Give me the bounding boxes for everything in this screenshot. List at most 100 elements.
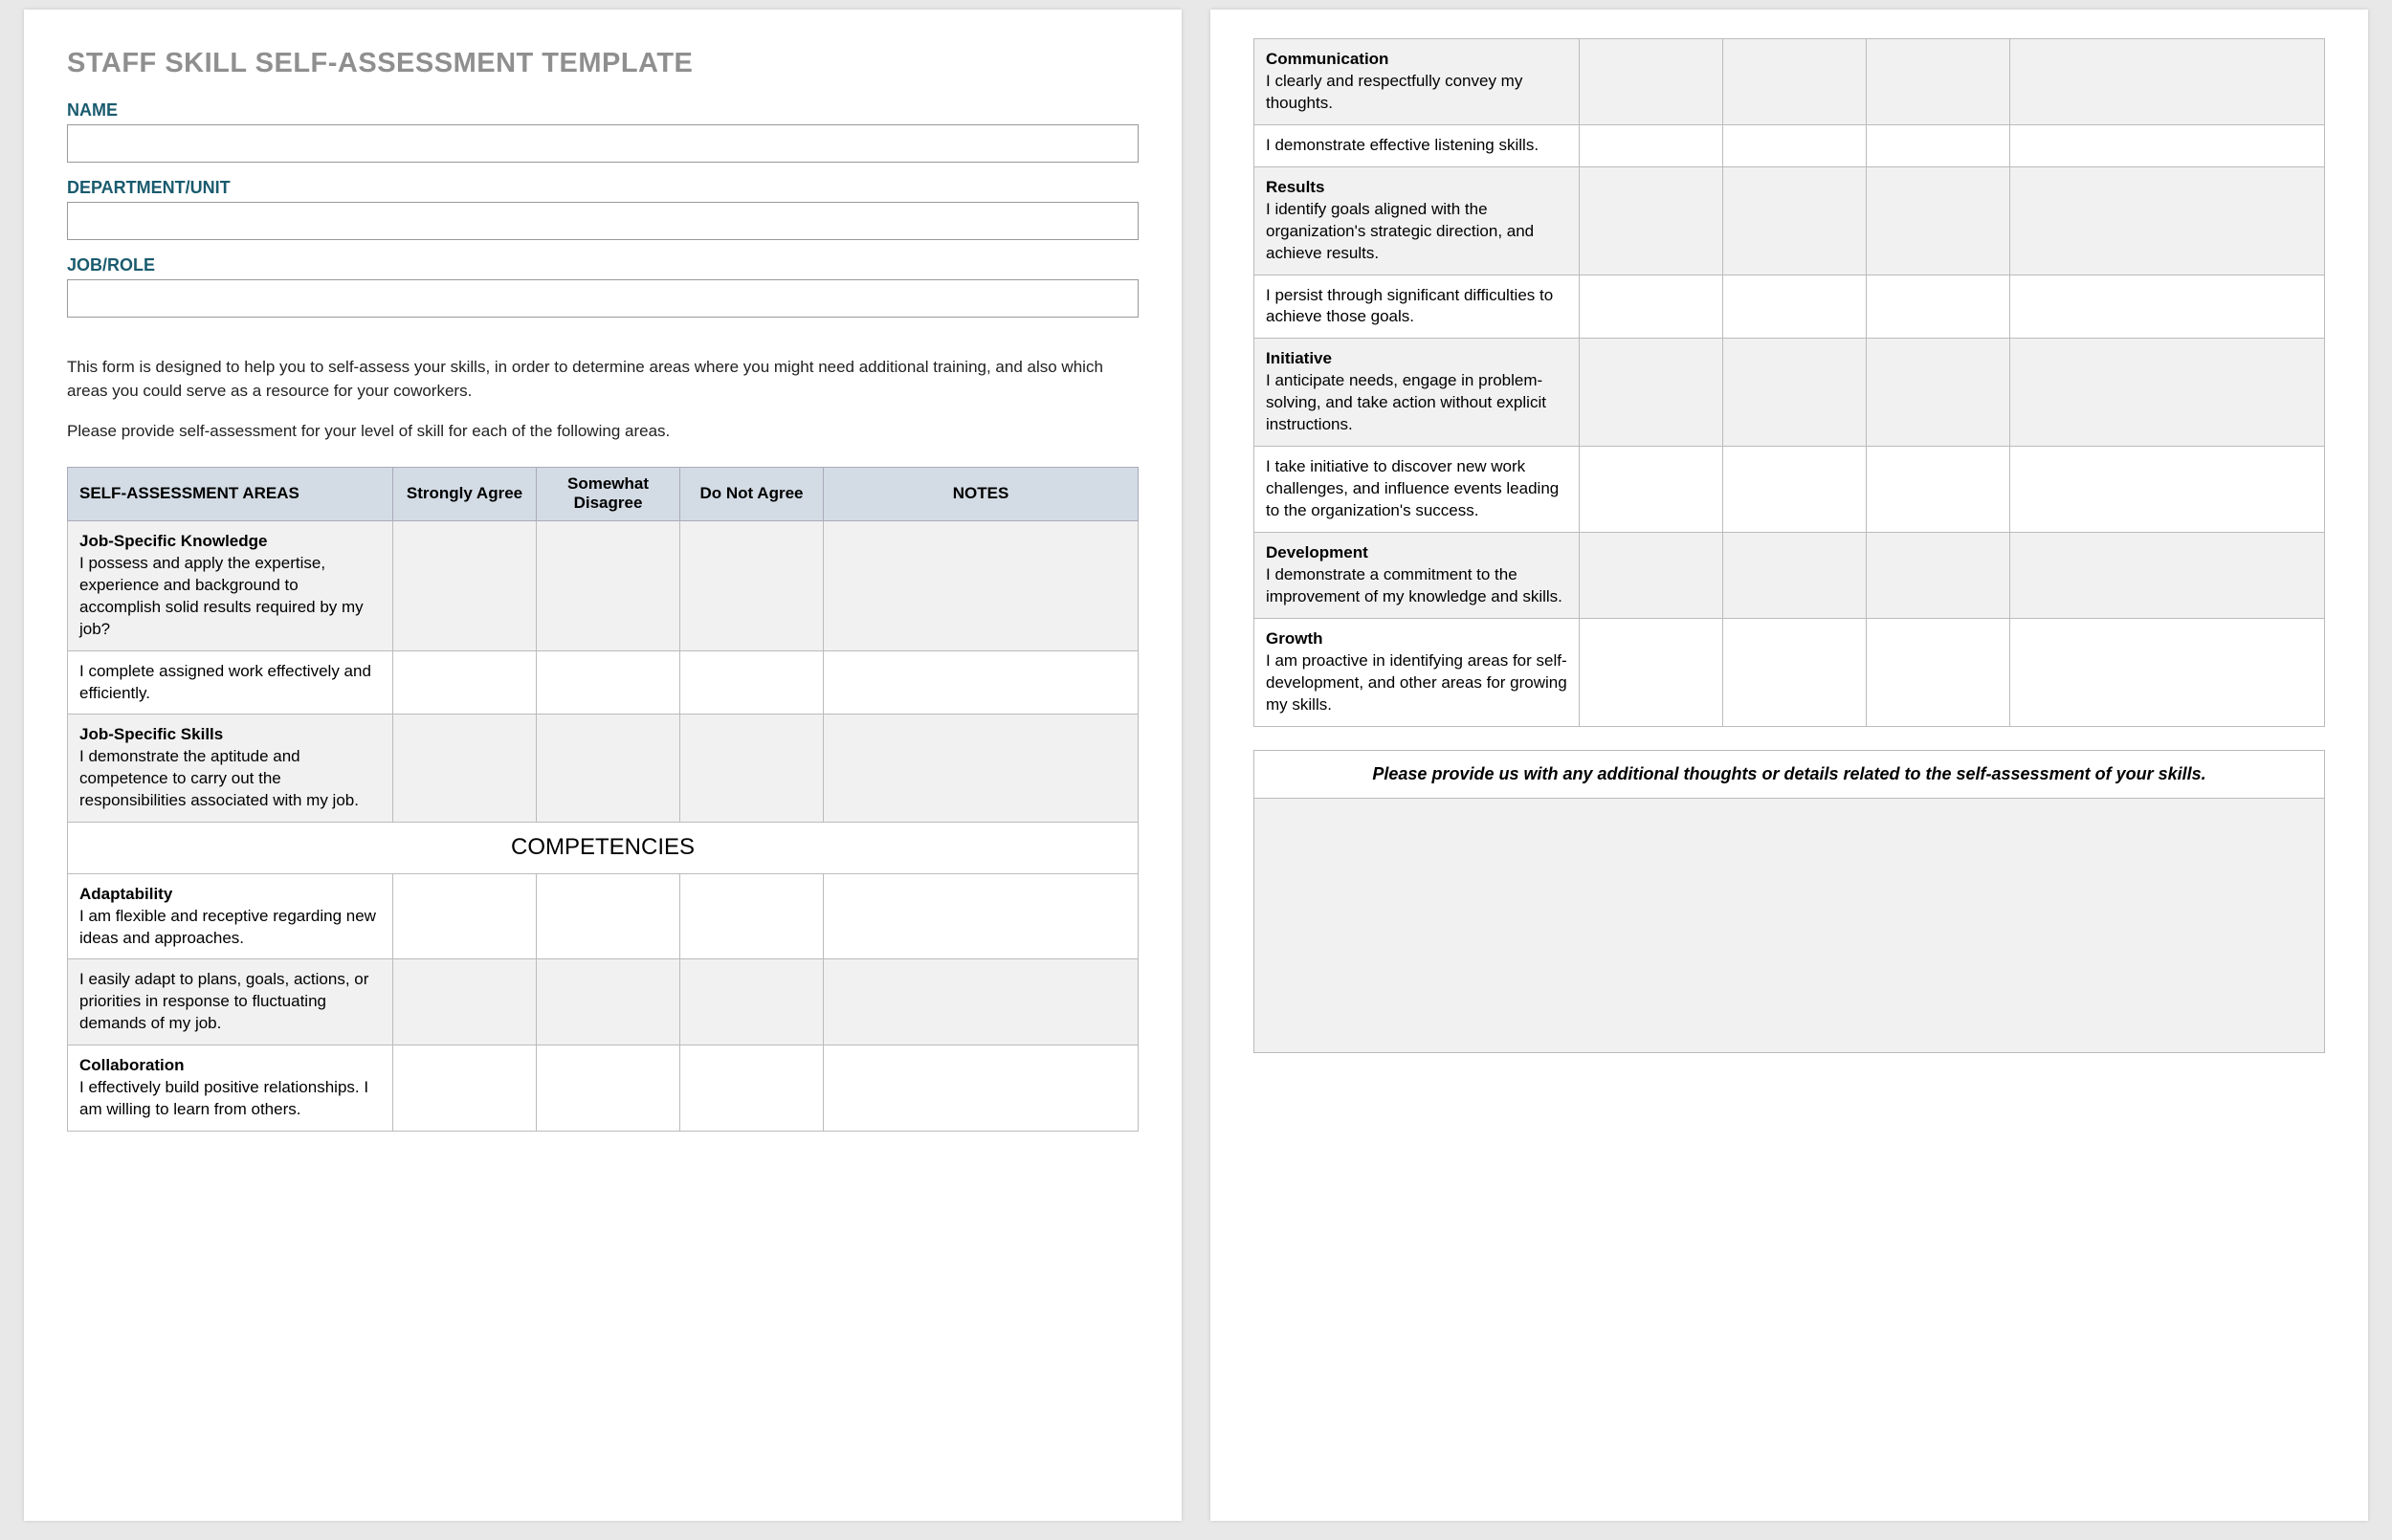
rating-cell[interactable] — [1867, 166, 2010, 275]
additional-thoughts-body — [1254, 799, 2324, 1052]
header-do-not-agree: Do Not Agree — [680, 467, 824, 520]
rating-cell[interactable] — [537, 873, 680, 959]
rating-cell[interactable] — [1867, 532, 2010, 618]
dept-input[interactable] — [67, 202, 1139, 240]
page-1: STAFF SKILL SELF-ASSESSMENT TEMPLATE NAM… — [24, 10, 1182, 1521]
additional-thoughts-heading: Please provide us with any additional th… — [1254, 751, 2324, 799]
section-row: COMPETENCIES — [68, 823, 1139, 873]
rating-cell[interactable] — [393, 715, 537, 823]
rating-cell[interactable] — [537, 650, 680, 715]
rating-cell[interactable] — [680, 1045, 824, 1132]
rating-cell[interactable] — [1580, 532, 1723, 618]
rating-cell[interactable] — [680, 959, 824, 1045]
row-desc: I possess and apply the expertise, exper… — [79, 553, 381, 641]
notes-cell[interactable] — [824, 873, 1139, 959]
row-desc: I effectively build positive relationshi… — [79, 1077, 381, 1121]
row-title: Growth — [1266, 628, 1567, 650]
rating-cell[interactable] — [1723, 39, 1867, 125]
area-cell: ResultsI identify goals aligned with the… — [1254, 166, 1580, 275]
rating-cell[interactable] — [1867, 39, 2010, 125]
notes-cell[interactable] — [824, 1045, 1139, 1132]
table-row: AdaptabilityI am flexible and receptive … — [68, 873, 1139, 959]
section-label: COMPETENCIES — [68, 823, 1139, 873]
notes-cell[interactable] — [824, 650, 1139, 715]
rating-cell[interactable] — [1723, 124, 1867, 166]
rating-cell[interactable] — [1723, 339, 1867, 447]
notes-cell[interactable] — [2010, 39, 2325, 125]
rating-cell[interactable] — [1723, 618, 1867, 726]
rating-cell[interactable] — [393, 959, 537, 1045]
row-desc: I clearly and respectfully convey my tho… — [1266, 71, 1567, 115]
table-row: I persist through significant difficulti… — [1254, 275, 2325, 339]
notes-cell[interactable] — [824, 520, 1139, 650]
rating-cell[interactable] — [1867, 618, 2010, 726]
rating-cell[interactable] — [1723, 166, 1867, 275]
rating-cell[interactable] — [1580, 166, 1723, 275]
rating-cell[interactable] — [1723, 532, 1867, 618]
intro-p1: This form is designed to help you to sel… — [67, 356, 1139, 403]
notes-cell[interactable] — [2010, 618, 2325, 726]
rating-cell[interactable] — [680, 715, 824, 823]
rating-cell[interactable] — [393, 1045, 537, 1132]
rating-cell[interactable] — [1867, 275, 2010, 339]
area-cell: CollaborationI effectively build positiv… — [68, 1045, 393, 1132]
row-desc: I anticipate needs, engage in problem-so… — [1266, 370, 1567, 436]
additional-thoughts-box: Please provide us with any additional th… — [1253, 750, 2325, 1053]
additional-thoughts-input[interactable] — [1254, 799, 2324, 1047]
rating-cell[interactable] — [1723, 447, 1867, 533]
table-row: I complete assigned work effectively and… — [68, 650, 1139, 715]
header-areas: SELF-ASSESSMENT AREAS — [68, 467, 393, 520]
area-cell: Job-Specific SkillsI demonstrate the apt… — [68, 715, 393, 823]
rating-cell[interactable] — [680, 520, 824, 650]
notes-cell[interactable] — [2010, 166, 2325, 275]
rating-cell[interactable] — [680, 650, 824, 715]
rating-cell[interactable] — [1580, 447, 1723, 533]
rating-cell[interactable] — [537, 959, 680, 1045]
header-notes: NOTES — [824, 467, 1139, 520]
row-desc: I am proactive in identifying areas for … — [1266, 650, 1567, 716]
rating-cell[interactable] — [1867, 124, 2010, 166]
name-input[interactable] — [67, 124, 1139, 163]
row-desc: I take initiative to discover new work c… — [1266, 456, 1567, 522]
rating-cell[interactable] — [1867, 447, 2010, 533]
rating-cell[interactable] — [393, 650, 537, 715]
notes-cell[interactable] — [2010, 532, 2325, 618]
rating-cell[interactable] — [1580, 618, 1723, 726]
area-cell: AdaptabilityI am flexible and receptive … — [68, 873, 393, 959]
header-strongly-agree: Strongly Agree — [393, 467, 537, 520]
area-cell: I demonstrate effective listening skills… — [1254, 124, 1580, 166]
row-desc: I persist through significant difficulti… — [1266, 285, 1567, 329]
rating-cell[interactable] — [680, 873, 824, 959]
header-somewhat-disagree: Somewhat Disagree — [537, 467, 680, 520]
job-label: JOB/ROLE — [67, 255, 1139, 275]
intro-text: This form is designed to help you to sel… — [67, 356, 1139, 444]
notes-cell[interactable] — [2010, 275, 2325, 339]
row-title: Collaboration — [79, 1055, 381, 1077]
notes-cell[interactable] — [2010, 124, 2325, 166]
table-row: Job-Specific KnowledgeI possess and appl… — [68, 520, 1139, 650]
rating-cell[interactable] — [537, 520, 680, 650]
table-row: I easily adapt to plans, goals, actions,… — [68, 959, 1139, 1045]
table-row: CollaborationI effectively build positiv… — [68, 1045, 1139, 1132]
row-title: Job-Specific Skills — [79, 724, 381, 746]
notes-cell[interactable] — [824, 715, 1139, 823]
rating-cell[interactable] — [393, 520, 537, 650]
rating-cell[interactable] — [1580, 275, 1723, 339]
job-input[interactable] — [67, 279, 1139, 318]
rating-cell[interactable] — [537, 715, 680, 823]
row-title: Adaptability — [79, 884, 381, 906]
rating-cell[interactable] — [393, 873, 537, 959]
table-row: ResultsI identify goals aligned with the… — [1254, 166, 2325, 275]
rating-cell[interactable] — [1723, 275, 1867, 339]
notes-cell[interactable] — [2010, 447, 2325, 533]
rating-cell[interactable] — [537, 1045, 680, 1132]
notes-cell[interactable] — [2010, 339, 2325, 447]
row-title: Job-Specific Knowledge — [79, 531, 381, 553]
row-title: Initiative — [1266, 348, 1567, 370]
rating-cell[interactable] — [1580, 339, 1723, 447]
notes-cell[interactable] — [824, 959, 1139, 1045]
rating-cell[interactable] — [1867, 339, 2010, 447]
area-cell: Job-Specific KnowledgeI possess and appl… — [68, 520, 393, 650]
rating-cell[interactable] — [1580, 39, 1723, 125]
rating-cell[interactable] — [1580, 124, 1723, 166]
